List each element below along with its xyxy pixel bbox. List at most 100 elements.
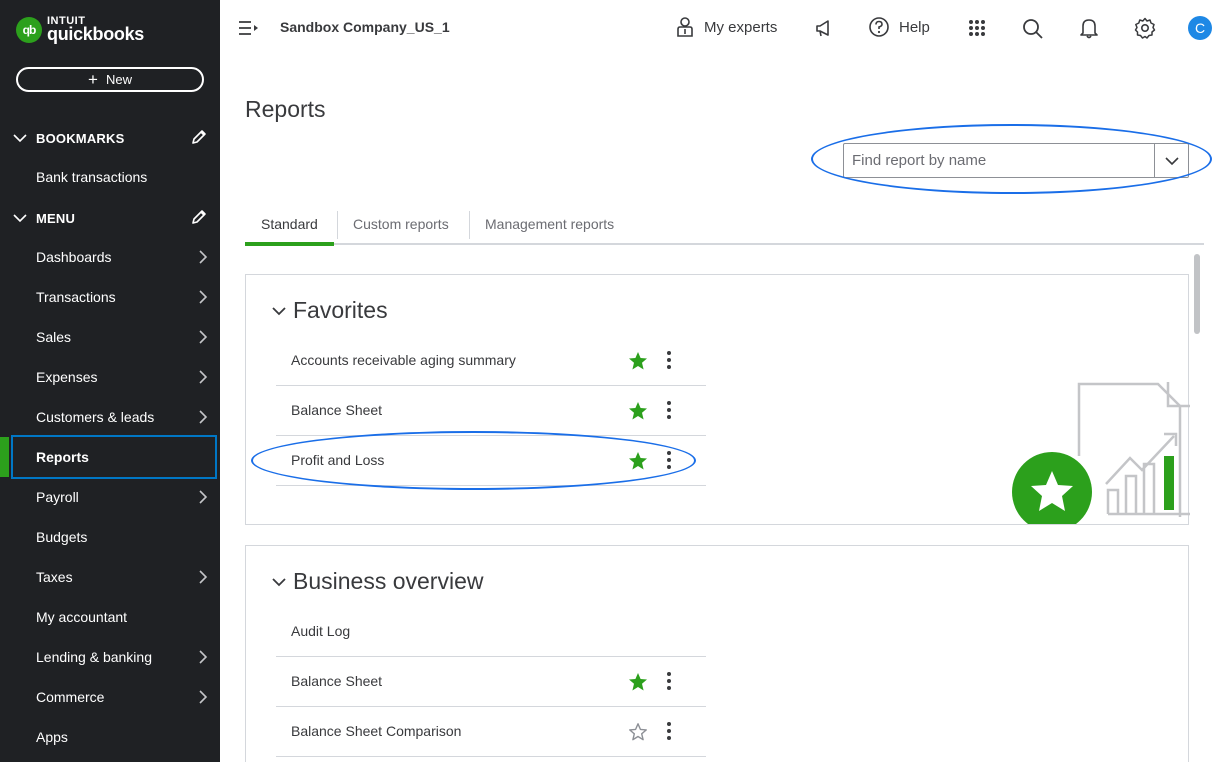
menu-heading: MENU bbox=[36, 210, 76, 226]
megaphone-icon[interactable] bbox=[814, 18, 834, 38]
page-title: Reports bbox=[245, 96, 326, 122]
company-name[interactable]: Sandbox Company_US_1 bbox=[280, 19, 450, 35]
bell-icon[interactable] bbox=[1079, 17, 1099, 39]
sidebar-item-label: Reports bbox=[36, 449, 89, 465]
chevron-right-icon bbox=[199, 570, 208, 584]
my-experts-label: My experts bbox=[704, 18, 778, 36]
apps-grid-icon[interactable] bbox=[968, 19, 986, 37]
chevron-right-icon bbox=[199, 250, 208, 264]
star-filled-icon[interactable] bbox=[628, 451, 648, 471]
help-label: Help bbox=[899, 18, 930, 36]
sidebar-item-label: Dashboards bbox=[36, 249, 112, 265]
chevron-right-icon bbox=[199, 410, 208, 424]
sidebar-item-label: Budgets bbox=[36, 529, 88, 545]
favorites-title: Favorites bbox=[293, 297, 388, 323]
report-name[interactable]: Audit Log bbox=[291, 623, 350, 639]
sidebar-item-taxes[interactable]: Taxes bbox=[0, 557, 220, 597]
tab-standard[interactable]: Standard bbox=[245, 205, 334, 246]
search-icon[interactable] bbox=[1022, 18, 1044, 40]
more-options-icon[interactable] bbox=[666, 671, 672, 691]
my-experts-button[interactable]: My experts bbox=[676, 16, 777, 38]
plus-icon: + bbox=[88, 70, 98, 89]
sidebar-item-expenses[interactable]: Expenses bbox=[0, 357, 220, 397]
sidebar-item-label: Lending & banking bbox=[36, 649, 152, 665]
star-filled-icon[interactable] bbox=[628, 351, 648, 371]
sidebar-item-label: Taxes bbox=[36, 569, 73, 585]
star-filled-icon[interactable] bbox=[628, 672, 648, 692]
quickbooks-logo-icon: qb bbox=[16, 16, 42, 43]
help-button[interactable]: Help bbox=[868, 16, 930, 38]
gear-icon[interactable] bbox=[1134, 17, 1156, 39]
chevron-down-icon bbox=[1164, 156, 1179, 165]
sidebar-item-customers-leads[interactable]: Customers & leads bbox=[0, 397, 220, 437]
sidebar-item-lending-banking[interactable]: Lending & banking bbox=[0, 637, 220, 677]
business-overview-header[interactable]: Business overview bbox=[270, 568, 483, 595]
chevron-right-icon bbox=[199, 290, 208, 304]
bookmarks-header[interactable]: BOOKMARKS bbox=[0, 118, 220, 158]
avatar[interactable]: C bbox=[1188, 16, 1212, 40]
new-button[interactable]: + New bbox=[16, 67, 204, 92]
chevron-down-icon bbox=[272, 577, 286, 586]
report-search-dropdown[interactable] bbox=[1154, 144, 1188, 177]
sidebar-item-label: Customers & leads bbox=[36, 409, 155, 425]
more-options-icon[interactable] bbox=[666, 400, 672, 420]
menu-header[interactable]: MENU bbox=[0, 198, 220, 238]
sidebar-item-label: Commerce bbox=[36, 689, 105, 705]
sidebar-item-label: Transactions bbox=[36, 289, 116, 305]
scrollbar-thumb[interactable] bbox=[1194, 254, 1200, 334]
scrollbar[interactable] bbox=[1191, 250, 1203, 762]
chevron-down-icon bbox=[13, 134, 27, 143]
more-options-icon[interactable] bbox=[666, 450, 672, 470]
sidebar-item-dashboards[interactable]: Dashboards bbox=[0, 237, 220, 277]
report-row[interactable]: Audit Log bbox=[276, 607, 706, 657]
sidebar-item-label: Bank transactions bbox=[36, 169, 148, 185]
edit-menu-pencil-icon[interactable] bbox=[190, 208, 208, 226]
star-filled-icon[interactable] bbox=[628, 401, 648, 421]
edit-bookmarks-pencil-icon[interactable] bbox=[190, 128, 208, 146]
more-options-icon[interactable] bbox=[666, 721, 672, 741]
bookmarks-heading: BOOKMARKS bbox=[36, 130, 125, 146]
quickbooks-wordmark: quickbooks bbox=[47, 24, 145, 44]
sidebar-item-label: Sales bbox=[36, 329, 72, 345]
report-name[interactable]: Balance Sheet bbox=[291, 402, 382, 418]
tab-custom-reports[interactable]: Custom reports bbox=[353, 205, 449, 243]
sidebar-item-bank-transactions[interactable]: Bank transactions bbox=[0, 157, 220, 197]
sidebar-item-label: Expenses bbox=[36, 369, 98, 385]
sidebar-item-label: My accountant bbox=[36, 609, 128, 625]
more-options-icon[interactable] bbox=[666, 350, 672, 370]
tab-management-reports[interactable]: Management reports bbox=[485, 205, 614, 243]
top-bar: Sandbox Company_US_1 My experts Help C bbox=[220, 0, 1227, 56]
sidebar-item-reports[interactable]: Reports bbox=[0, 437, 220, 477]
report-row[interactable]: Balance Sheet Comparison bbox=[276, 707, 706, 757]
report-tabs: Standard Custom reports Management repor… bbox=[245, 205, 1204, 246]
business-overview-card: Business overview Audit Log Balance Shee… bbox=[245, 545, 1189, 762]
sidebar-item-sales[interactable]: Sales bbox=[0, 317, 220, 357]
favorites-header[interactable]: Favorites bbox=[270, 297, 388, 324]
report-search-input[interactable] bbox=[844, 144, 1154, 177]
help-icon bbox=[869, 17, 889, 37]
report-row[interactable]: Balance Sheet bbox=[276, 386, 706, 436]
favorites-illustration bbox=[1012, 382, 1190, 524]
report-row[interactable]: Profit and Loss bbox=[276, 436, 706, 486]
sidebar-item-label: Payroll bbox=[36, 489, 79, 505]
sidebar-item-budgets[interactable]: Budgets bbox=[0, 517, 220, 557]
sidebar-item-apps[interactable]: Apps bbox=[0, 717, 220, 757]
report-search-box bbox=[843, 143, 1189, 178]
report-name[interactable]: Accounts receivable aging summary bbox=[291, 352, 516, 368]
star-outline-icon[interactable] bbox=[628, 722, 648, 742]
chevron-down-icon bbox=[13, 214, 27, 223]
sidebar-item-label: Apps bbox=[36, 729, 68, 745]
chevron-right-icon bbox=[199, 490, 208, 504]
report-name[interactable]: Profit and Loss bbox=[291, 452, 384, 468]
report-name[interactable]: Balance Sheet bbox=[291, 673, 382, 689]
sidebar-item-payroll[interactable]: Payroll bbox=[0, 477, 220, 517]
report-row[interactable]: Accounts receivable aging summary bbox=[276, 336, 706, 386]
report-row[interactable]: Balance Sheet bbox=[276, 657, 706, 707]
report-name[interactable]: Balance Sheet Comparison bbox=[291, 723, 461, 739]
business-overview-title: Business overview bbox=[293, 568, 484, 594]
sidebar-item-transactions[interactable]: Transactions bbox=[0, 277, 220, 317]
sidebar-item-commerce[interactable]: Commerce bbox=[0, 677, 220, 717]
sidebar-item-my-accountant[interactable]: My accountant bbox=[0, 597, 220, 637]
quickbooks-logo[interactable]: qb INTUIT quickbooks bbox=[16, 16, 144, 43]
menu-toggle-icon[interactable] bbox=[238, 19, 260, 37]
